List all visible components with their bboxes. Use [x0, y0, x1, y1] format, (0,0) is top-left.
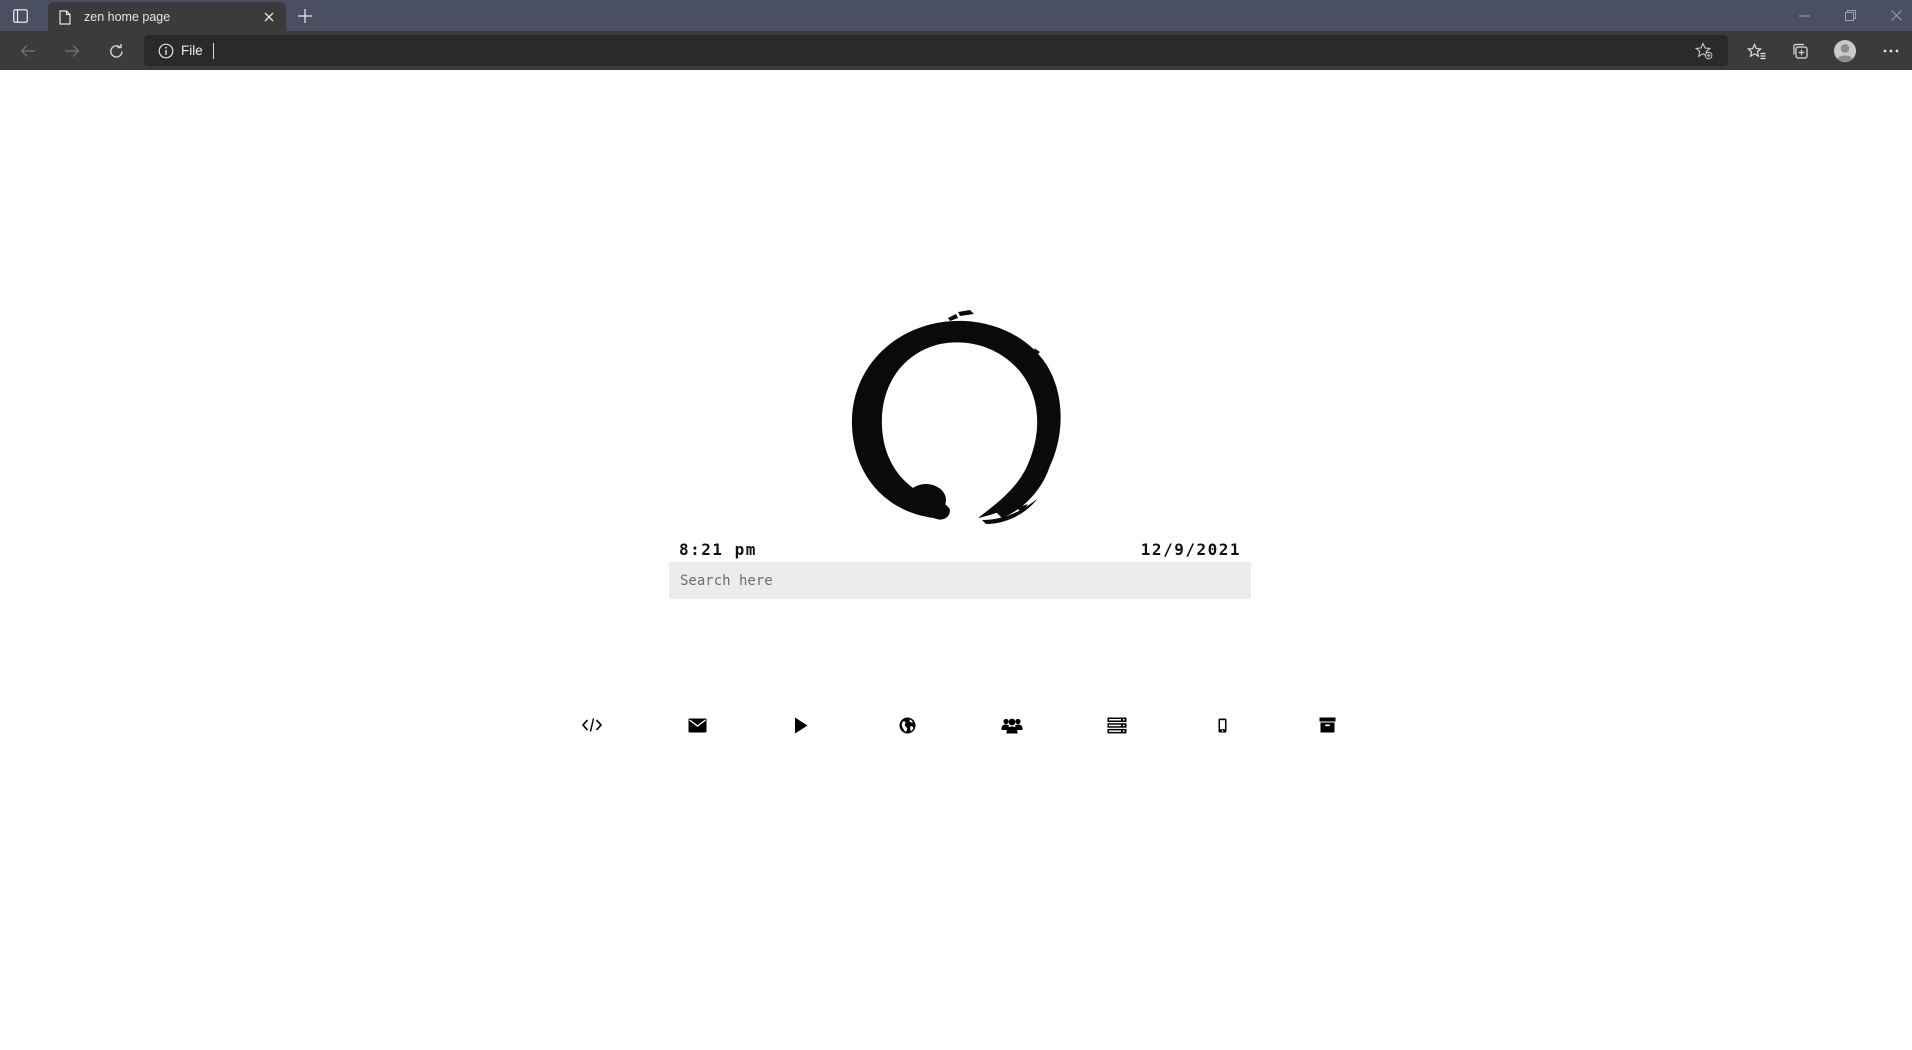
- globe-icon[interactable]: [889, 707, 925, 743]
- close-window-button[interactable]: [1873, 0, 1912, 31]
- play-icon[interactable]: [783, 707, 819, 743]
- mobile-icon[interactable]: [1204, 707, 1240, 743]
- users-icon[interactable]: [994, 707, 1030, 743]
- add-favorite-icon[interactable]: [1690, 37, 1718, 65]
- profile-avatar-icon[interactable]: [1829, 36, 1861, 66]
- current-date: 12/9/2021: [1140, 540, 1241, 559]
- clock-row: 8:21 pm 12/9/2021: [669, 540, 1251, 562]
- reload-button[interactable]: [101, 37, 131, 65]
- server-icon[interactable]: [1099, 707, 1135, 743]
- code-icon[interactable]: [574, 707, 610, 743]
- address-bar[interactable]: File: [144, 35, 1728, 66]
- address-scheme-label: File: [181, 43, 203, 58]
- envelope-icon[interactable]: [679, 707, 715, 743]
- info-icon[interactable]: [157, 42, 175, 60]
- minimize-button[interactable]: [1781, 0, 1827, 31]
- address-input[interactable]: [217, 43, 1690, 58]
- enso-logo: [851, 310, 1061, 524]
- collections-icon[interactable]: [1784, 36, 1816, 66]
- restore-button[interactable]: [1827, 0, 1873, 31]
- browser-toolbar: File: [0, 31, 1912, 70]
- search-input[interactable]: [669, 562, 1251, 599]
- page-icon: [58, 9, 72, 25]
- archive-icon[interactable]: [1309, 707, 1345, 743]
- tab-title: zen home page: [84, 10, 171, 24]
- page-content: 8:21 pm 12/9/2021: [0, 70, 1912, 1050]
- quick-links: [0, 707, 1912, 743]
- forward-button[interactable]: [57, 37, 87, 65]
- new-tab-button[interactable]: [294, 5, 316, 27]
- more-options-icon[interactable]: [1875, 36, 1907, 66]
- tab-actions-icon[interactable]: [12, 7, 29, 24]
- browser-titlebar: zen home page: [0, 0, 1912, 32]
- close-tab-icon[interactable]: [258, 6, 280, 28]
- current-time: 8:21 pm: [679, 540, 757, 559]
- browser-tab[interactable]: zen home page: [48, 2, 286, 32]
- favorites-icon[interactable]: [1740, 36, 1772, 66]
- back-button[interactable]: [13, 37, 43, 65]
- text-caret: [212, 42, 214, 59]
